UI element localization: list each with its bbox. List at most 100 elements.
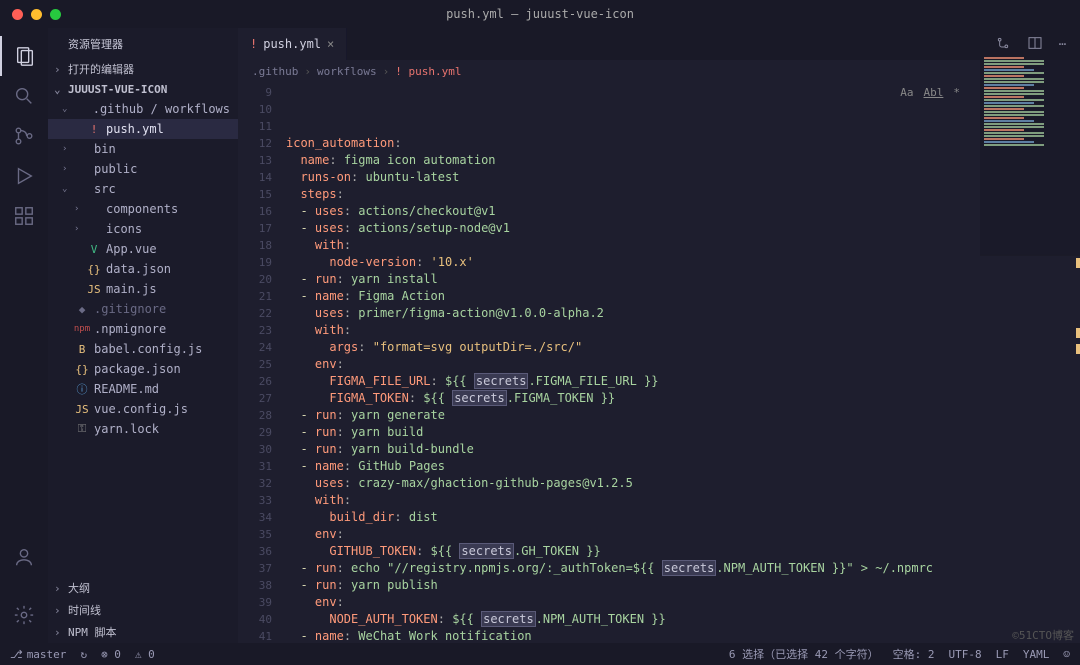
warnings-count[interactable]: ⚠ 0 [135, 648, 155, 661]
chevron-icon: ⌄ [62, 104, 72, 114]
tree-item-label: babel.config.js [94, 342, 202, 356]
language-mode[interactable]: YAML [1023, 648, 1050, 661]
breadcrumb-item[interactable]: workflows [317, 65, 377, 78]
compare-changes-icon[interactable] [995, 35, 1011, 54]
close-window-button[interactable] [12, 9, 23, 20]
npm-scripts-section[interactable]: ›NPM 脚本 [48, 621, 238, 643]
file-item[interactable]: JSmain.js [48, 279, 238, 299]
explorer-icon[interactable] [0, 36, 48, 76]
folder-item[interactable]: › bin [48, 139, 238, 159]
folder-item[interactable]: ⌄ src [48, 179, 238, 199]
eol-info[interactable]: LF [996, 648, 1009, 661]
breadcrumb-item[interactable]: .github [252, 65, 298, 78]
file-item[interactable]: {}package.json [48, 359, 238, 379]
yaml-file-icon: ! [250, 37, 257, 51]
account-icon[interactable] [0, 537, 48, 577]
file-type-icon: npm [74, 324, 90, 334]
tree-item-label: icons [106, 222, 142, 236]
tree-item-label: .github / workflows [93, 102, 230, 116]
tab-label: push.yml [263, 37, 321, 51]
breadcrumbs[interactable]: .github› workflows› ! push.yml [238, 60, 1080, 82]
outline-label: 大纲 [68, 580, 90, 596]
git-branch[interactable]: ⎇master [10, 648, 66, 661]
split-editor-icon[interactable] [1027, 35, 1043, 54]
file-item[interactable]: Bbabel.config.js [48, 339, 238, 359]
tree-item-label: README.md [94, 382, 159, 396]
sidebar: 资源管理器 ›打开的编辑器 ⌄JUUUST-VUE-ICON ⌄.github … [48, 28, 238, 643]
source-control-icon[interactable] [0, 116, 48, 156]
tree-item-label: package.json [94, 362, 181, 376]
branch-icon: ⎇ [10, 648, 23, 661]
tree-item-label: main.js [106, 282, 157, 296]
code-content[interactable]: Aa Abl * icon_automation: name: figma ic… [286, 82, 1080, 643]
tab-close-icon[interactable]: × [327, 37, 334, 51]
tree-item-label: .gitignore [94, 302, 166, 316]
tree-item-label: data.json [106, 262, 171, 276]
line-gutter: 9101112131415161718192021222324252627282… [238, 82, 286, 643]
settings-gear-icon[interactable] [0, 595, 48, 635]
outline-section[interactable]: ›大纲 [48, 577, 238, 599]
errors-count[interactable]: ⊗ 0 [101, 648, 121, 661]
file-item[interactable]: ⚿yarn.lock [48, 419, 238, 439]
project-section[interactable]: ⌄JUUUST-VUE-ICON [48, 80, 238, 99]
file-item[interactable]: npm .npmignore [48, 319, 238, 339]
maximize-window-button[interactable] [50, 9, 61, 20]
folder-item[interactable]: ›icons [48, 219, 238, 239]
file-item[interactable]: {}data.json [48, 259, 238, 279]
chevron-icon: › [62, 164, 72, 174]
tab-push-yml[interactable]: ! push.yml × [238, 28, 347, 60]
file-type-icon: ! [86, 123, 102, 136]
debug-icon[interactable] [0, 156, 48, 196]
timeline-label: 时间线 [68, 602, 101, 618]
chevron-icon: ⌄ [62, 184, 72, 194]
timeline-section[interactable]: ›时间线 [48, 599, 238, 621]
tree-item-label: .npmignore [94, 322, 166, 336]
chevron-icon: › [62, 144, 72, 154]
overview-marker [1076, 328, 1080, 338]
editor-area: ! push.yml × ⋯ .github› workflows› ! pus… [238, 28, 1080, 643]
folder-item[interactable]: › public [48, 159, 238, 179]
tree-item-label: push.yml [106, 122, 164, 136]
editor-body[interactable]: 9101112131415161718192021222324252627282… [238, 82, 1080, 643]
window-title: push.yml — juuust-vue-icon [446, 7, 634, 21]
tree-item-label: bin [94, 142, 116, 156]
file-item[interactable]: V App.vue [48, 239, 238, 259]
main-layout: 资源管理器 ›打开的编辑器 ⌄JUUUST-VUE-ICON ⌄.github … [0, 28, 1080, 643]
watermark: ©51CTO博客 [1012, 627, 1074, 643]
file-item[interactable]: ⓘ README.md [48, 379, 238, 399]
tree-item-label: src [94, 182, 116, 196]
encoding-info[interactable]: UTF-8 [949, 648, 982, 661]
tree-item-label: App.vue [106, 242, 157, 256]
selection-info[interactable]: 6 选择（已选择 42 个字符） [729, 646, 879, 662]
match-case-toggle[interactable]: Aa [900, 84, 913, 101]
activity-bar [0, 28, 48, 643]
tabs-bar: ! push.yml × ⋯ [238, 28, 1080, 60]
folder-item[interactable]: ›components [48, 199, 238, 219]
sync-button[interactable]: ↻ [80, 648, 87, 661]
file-item[interactable]: ◆ .gitignore [48, 299, 238, 319]
file-type-icon: ◆ [74, 303, 90, 316]
file-item[interactable]: ! push.yml [48, 119, 238, 139]
search-icon[interactable] [0, 76, 48, 116]
minimize-window-button[interactable] [31, 9, 42, 20]
minimap[interactable] [980, 56, 1080, 256]
find-widget[interactable]: Aa Abl * [900, 84, 960, 101]
extensions-icon[interactable] [0, 196, 48, 236]
whole-word-toggle[interactable]: Abl [924, 84, 944, 101]
file-tree: ⌄ .github / workflows! push.yml › bin › public… [48, 99, 238, 577]
folder-item[interactable]: ⌄ .github / workflows [48, 99, 238, 119]
regex-toggle[interactable]: * [953, 84, 960, 101]
file-type-icon: ⓘ [74, 381, 90, 397]
more-actions-icon[interactable]: ⋯ [1059, 37, 1066, 51]
statusbar: ⎇master ↻ ⊗ 0 ⚠ 0 6 选择（已选择 42 个字符） 空格: 2… [0, 643, 1080, 665]
indent-info[interactable]: 空格: 2 [893, 646, 935, 662]
tree-item-label: components [106, 202, 178, 216]
overview-marker [1076, 344, 1080, 354]
feedback-icon[interactable]: ☺ [1063, 648, 1070, 661]
file-item[interactable]: JSvue.config.js [48, 399, 238, 419]
project-label: JUUUST-VUE-ICON [68, 83, 167, 96]
tree-item-label: public [94, 162, 137, 176]
file-type-icon: V [86, 243, 102, 256]
open-editors-section[interactable]: ›打开的编辑器 [48, 58, 238, 80]
breadcrumb-item[interactable]: ! push.yml [395, 65, 461, 78]
